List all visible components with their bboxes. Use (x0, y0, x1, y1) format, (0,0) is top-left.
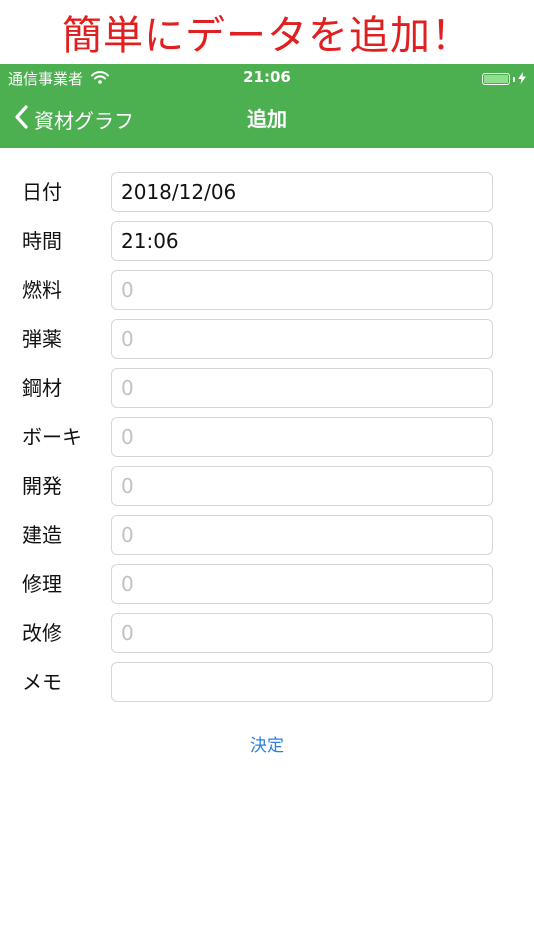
form-row-remodel: 改修 (0, 613, 534, 662)
build-label: 建造 (22, 523, 62, 547)
form-row-time: 時間 (0, 221, 534, 270)
navigation-bar: 資材グラフ 追加 (0, 90, 534, 148)
form-row-fuel: 燃料 (0, 270, 534, 319)
memo-label: メモ (22, 670, 62, 694)
fuel-field[interactable] (111, 270, 493, 310)
chevron-left-icon (14, 105, 28, 133)
date-label: 日付 (22, 180, 62, 204)
submit-button[interactable]: 決定 (244, 730, 290, 757)
form-row-date: 日付 (0, 172, 534, 221)
ammo-label: 弾薬 (22, 327, 62, 351)
repair-label: 修理 (22, 572, 62, 596)
form-row-repair: 修理 (0, 564, 534, 613)
bauxite-field[interactable] (111, 417, 493, 457)
back-label: 資材グラフ (34, 108, 134, 133)
status-bar: 通信事業者 21:06 (0, 64, 534, 90)
status-time: 21:06 (243, 68, 291, 86)
submit-area: 決定 (0, 730, 534, 757)
develop-label: 開発 (22, 474, 62, 498)
battery-indicator (482, 70, 526, 88)
build-field[interactable] (111, 515, 493, 555)
form-row-build: 建造 (0, 515, 534, 564)
develop-field[interactable] (111, 466, 493, 506)
battery-icon (482, 73, 510, 85)
steel-field[interactable] (111, 368, 493, 408)
form-row-ammo: 弾薬 (0, 319, 534, 368)
steel-label: 鋼材 (22, 376, 62, 400)
add-data-form: 日付 時間 燃料 弾薬 鋼材 ボーキ 開発 建造 修理 改修 メモ (0, 172, 534, 711)
promo-banner: 簡単にデータを追加！ (62, 13, 472, 59)
form-row-steel: 鋼材 (0, 368, 534, 417)
bauxite-label: ボーキ (22, 425, 82, 449)
time-field[interactable] (111, 221, 493, 261)
form-row-bauxite: ボーキ (0, 417, 534, 466)
date-field[interactable] (111, 172, 493, 212)
remodel-field[interactable] (111, 613, 493, 653)
memo-field[interactable] (111, 662, 493, 702)
form-row-memo: メモ (0, 662, 534, 711)
form-row-develop: 開発 (0, 466, 534, 515)
time-label: 時間 (22, 229, 62, 253)
back-button[interactable]: 資材グラフ (14, 90, 134, 148)
ammo-field[interactable] (111, 319, 493, 359)
fuel-label: 燃料 (22, 278, 62, 302)
remodel-label: 改修 (22, 621, 62, 645)
bolt-icon (518, 70, 526, 88)
repair-field[interactable] (111, 564, 493, 604)
